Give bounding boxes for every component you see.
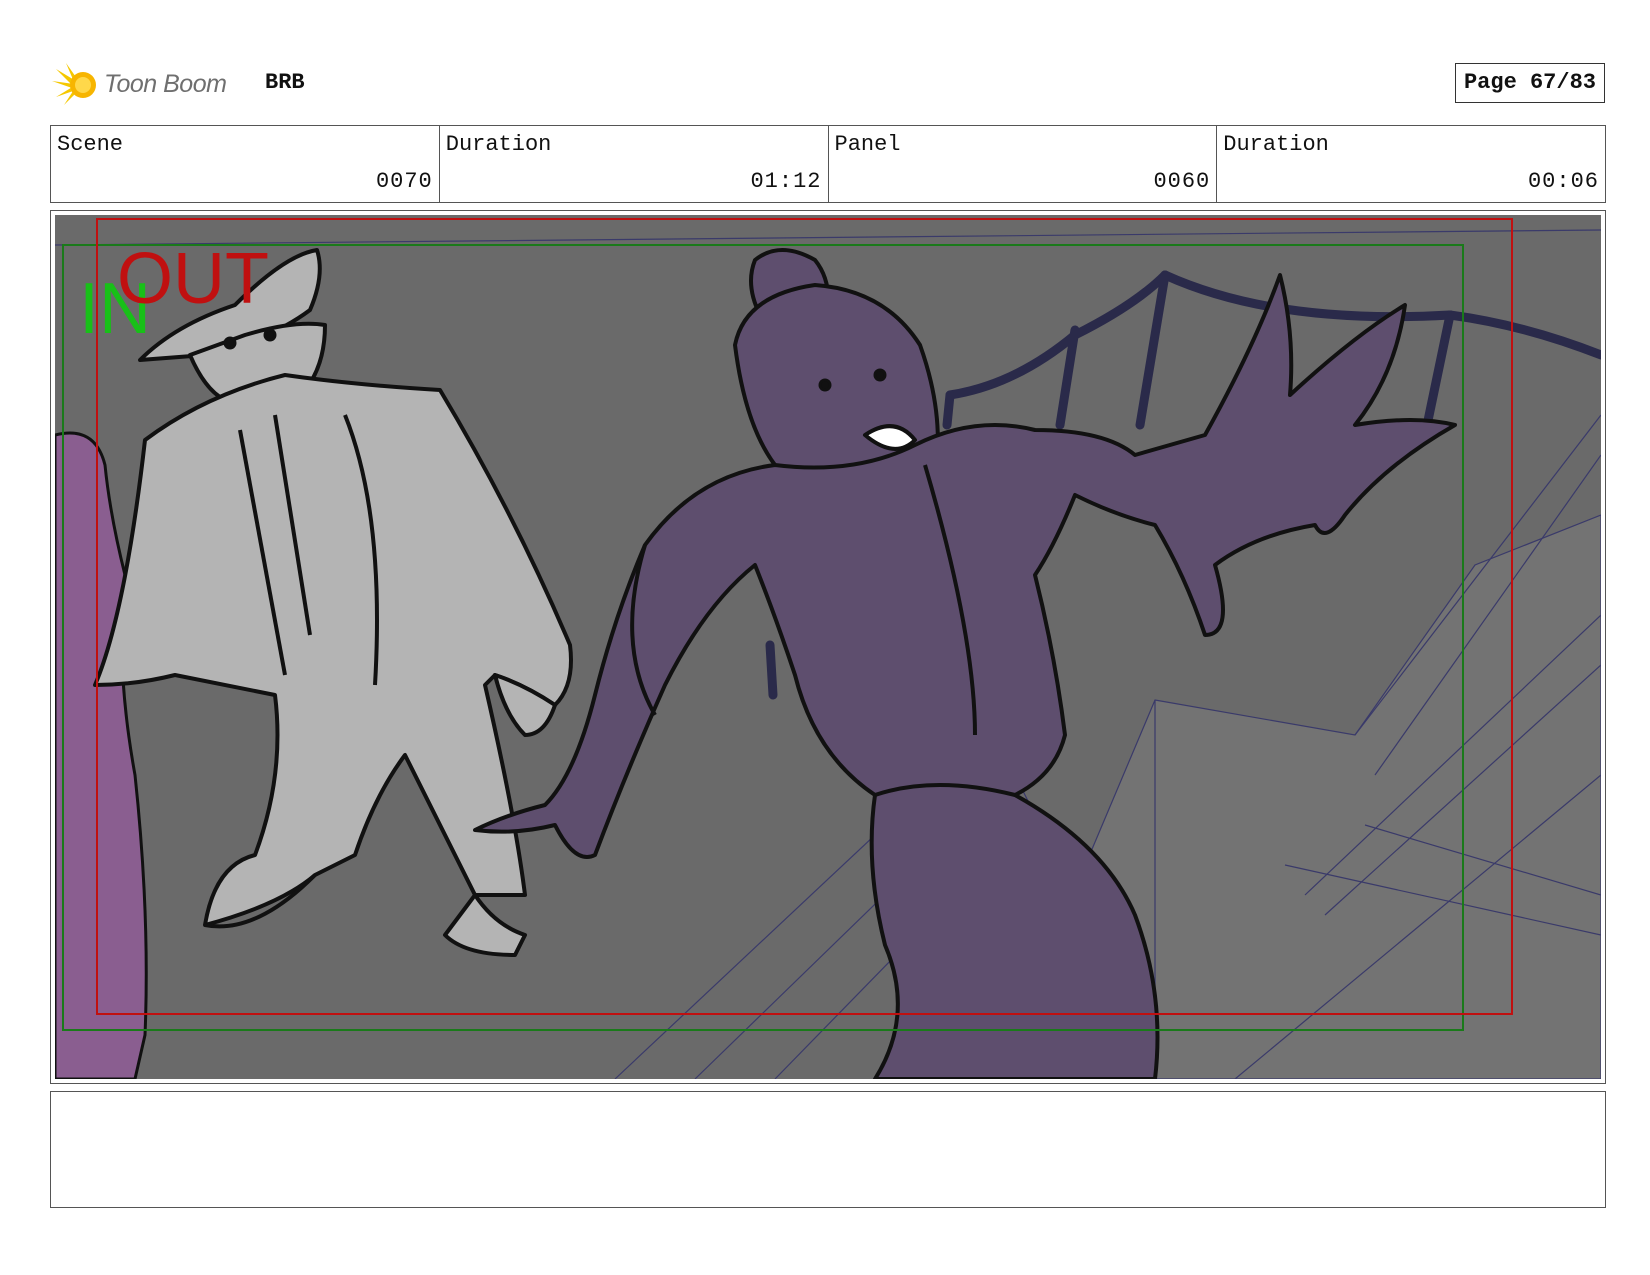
page-number: Page 67/83: [1454, 63, 1605, 103]
project-name: BRB: [265, 70, 305, 95]
sketch-illustration: [55, 218, 1601, 1079]
man-in-hat: [93, 248, 573, 957]
out-marker: OUT: [117, 239, 269, 319]
logo-text: Toon Boom: [104, 69, 227, 98]
scene-cell: Scene 0070: [51, 126, 440, 202]
scene-duration-value: 01:12: [750, 169, 822, 194]
starburst-icon: [52, 63, 96, 105]
storyboard-panel[interactable]: IN OUT: [50, 210, 1606, 1084]
panel-duration-cell: Duration 00:06: [1217, 126, 1605, 202]
panel-drawing: IN OUT: [55, 215, 1601, 1079]
scene-duration-cell: Duration 01:12: [440, 126, 829, 202]
page-header: Toon Boom BRB Page 67/83: [50, 55, 1605, 115]
scene-value: 0070: [375, 169, 433, 194]
toon-boom-logo: Toon Boom: [50, 59, 227, 109]
scene-info-table: Scene 0070 Duration 01:12 Panel 0060 Dur…: [50, 125, 1606, 203]
panel-duration-label: Duration: [1223, 132, 1329, 157]
panel-cell: Panel 0060: [829, 126, 1218, 202]
scene-label: Scene: [57, 132, 124, 157]
panel-label: Panel: [834, 132, 901, 157]
panel-notes[interactable]: [50, 1091, 1606, 1208]
panel-duration-value: 00:06: [1527, 169, 1599, 194]
panel-value: 0060: [1153, 169, 1211, 194]
scene-duration-label: Duration: [445, 132, 552, 157]
